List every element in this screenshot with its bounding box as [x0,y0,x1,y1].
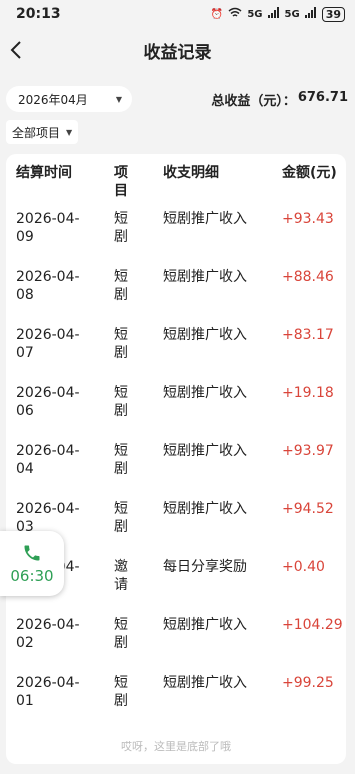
row-date: 2026-04-08 [16,269,80,303]
row-amount: +88.46 [282,269,334,285]
table-row: 2026-04-02 短剧 短剧推广收入 +104.29 [6,604,346,662]
alarm-icon: ⏰ [210,8,224,20]
wifi-icon [228,7,242,21]
signal-icon [267,7,280,21]
row-project: 短剧 [114,269,128,303]
status-bar: 20:13 ⏰ 5G 5G 39 [0,0,355,28]
call-floating-widget[interactable]: 06:30 [0,531,64,596]
header-project: 项目 [114,165,128,199]
row-detail: 短剧推广收入 [163,269,247,285]
list-end-note: 哎呀，这里是底部了哦 [121,740,231,753]
row-detail: 每日分享奖励 [163,559,247,575]
row-amount: +19.18 [282,385,334,401]
row-amount: +93.43 [282,211,334,227]
row-amount: +93.97 [282,443,334,459]
total-value: 676.71 [297,89,348,105]
caret-down-icon: ▼ [66,127,73,137]
network-label-2: 5G [284,8,300,20]
row-project: 邀请 [114,559,128,593]
table-row: 2026-04-08 短剧 短剧推广收入 +88.46 [6,256,346,314]
row-detail: 短剧推广收入 [163,385,247,401]
table-row: 2026-04-09 短剧 短剧推广收入 +93.43 [6,198,346,256]
row-amount: +94.52 [282,501,334,517]
month-value: 2026年04月 [18,92,88,107]
row-project: 短剧 [114,211,128,245]
app-header: 收益记录 [0,28,355,72]
back-button[interactable] [2,36,30,64]
row-date: 2026-04-01 [16,675,80,709]
battery-icon: 39 [321,6,345,22]
header-amount: 金额(元) [282,165,337,181]
table-row: 2026-04-04 短剧 短剧推广收入 +93.97 [6,430,346,488]
caret-down-icon: ▼ [115,94,122,104]
row-date: 2026-04-06 [16,385,80,419]
header-date: 结算时间 [16,165,72,181]
table-row: 2026-04-01 短剧 短剧推广收入 +99.25 [6,662,346,720]
table-row: 2026-04-06 短剧 短剧推广收入 +19.18 [6,372,346,430]
row-detail: 短剧推广收入 [163,327,247,343]
project-filter-label: 全部项目 [12,125,61,140]
row-project: 短剧 [114,327,128,361]
row-project: 短剧 [114,617,128,651]
row-date: 2026-04-07 [16,327,80,361]
row-detail: 短剧推广收入 [163,443,247,459]
status-icons: ⏰ 5G 5G 39 [210,6,345,22]
page-title: 收益记录 [143,42,212,63]
header-detail: 收支明细 [163,165,219,181]
records-table: 结算时间 项目 收支明细 金额(元) 2026-04-09 短剧 短剧推广收入 … [6,154,346,764]
row-date: 2026-04-04 [16,443,80,477]
row-amount: +83.17 [282,327,334,343]
row-amount: +0.40 [282,559,325,575]
phone-icon [24,545,40,560]
row-detail: 短剧推广收入 [163,617,247,633]
row-project: 短剧 [114,675,128,709]
row-amount: +104.29 [282,617,343,633]
row-project: 短剧 [114,385,128,419]
row-project: 短剧 [114,443,128,477]
month-select[interactable]: 2026年04月 ▼ [6,86,132,112]
project-filter[interactable]: 全部项目 ▼ [6,120,79,144]
call-timer: 06:30 [10,566,54,585]
row-amount: +99.25 [282,675,334,691]
signal-icon-2 [304,7,317,21]
chevron-left-icon [10,41,21,59]
row-date: 2026-04-02 [16,617,80,651]
status-time: 20:13 [16,6,61,22]
row-detail: 短剧推广收入 [163,211,247,227]
total-earnings: 总收益（元）： 676.71 [211,90,348,109]
filter-row: 2026年04月 ▼ 总收益（元）： 676.71 [6,86,348,112]
table-header: 结算时间 项目 收支明细 金额(元) [6,154,346,199]
row-detail: 短剧推广收入 [163,675,247,691]
table-row: 2026-04-07 短剧 短剧推广收入 +83.17 [6,314,346,372]
network-label: 5G [247,8,263,20]
row-project: 短剧 [114,501,128,535]
row-date: 2026-04-09 [16,211,80,245]
row-detail: 短剧推广收入 [163,501,247,517]
total-label: 总收益（元）： [211,93,296,109]
